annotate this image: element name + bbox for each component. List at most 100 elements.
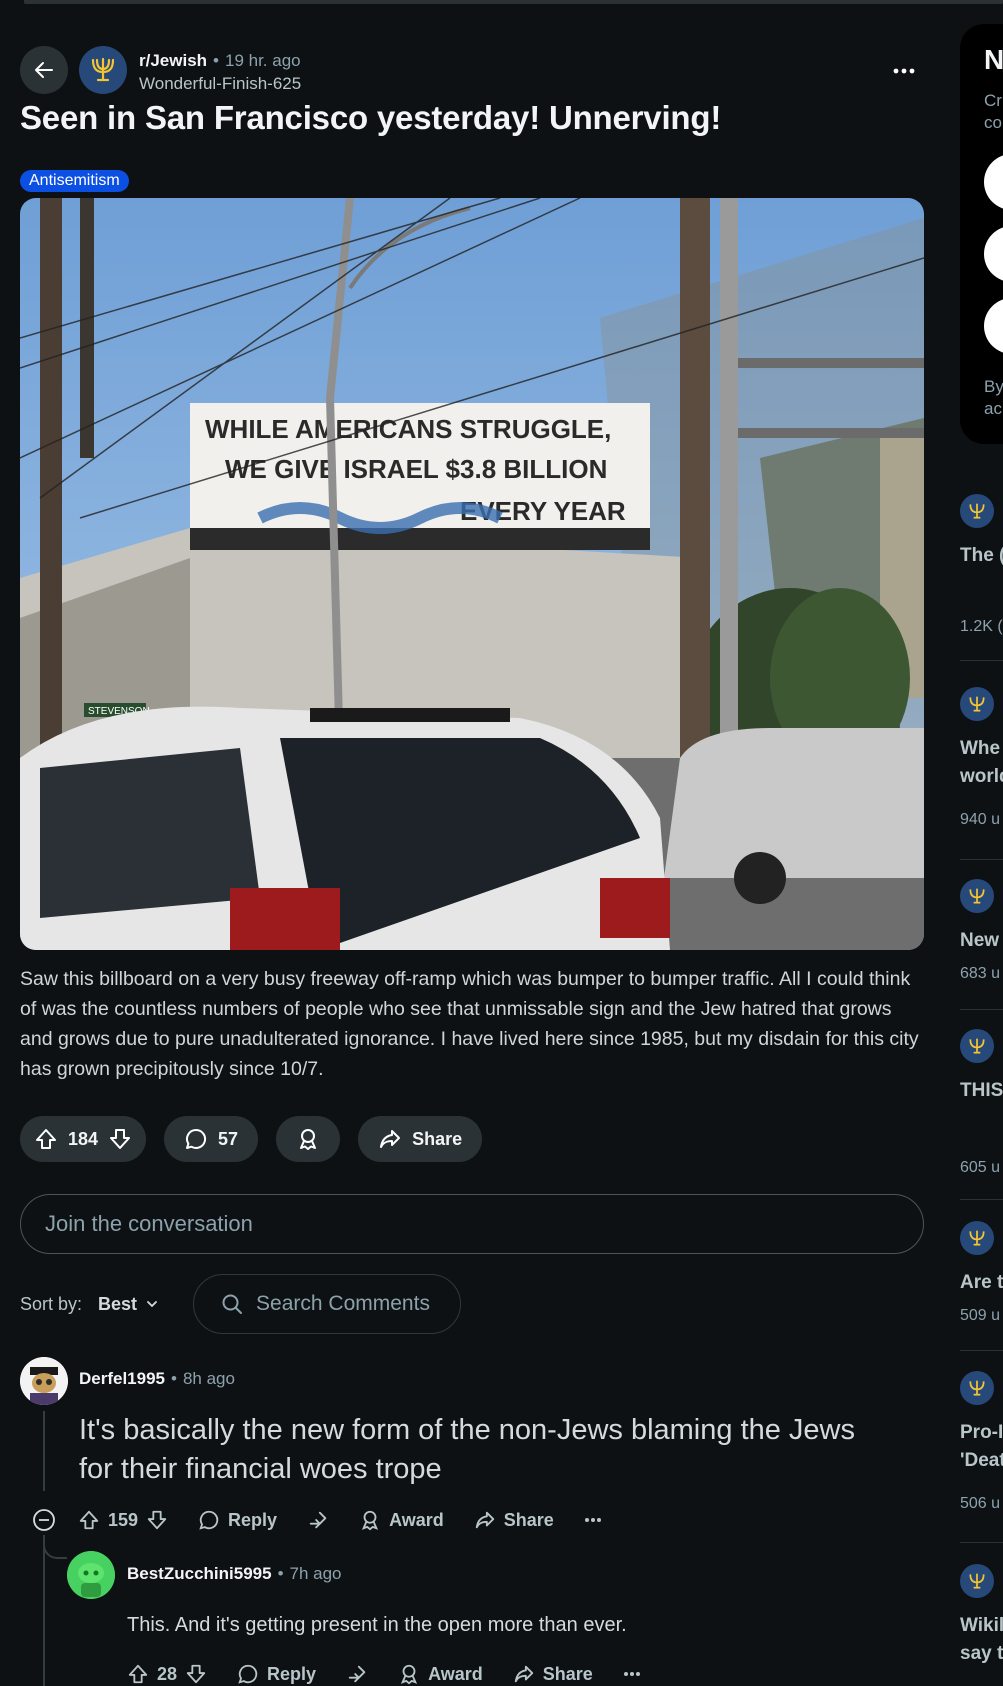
subreddit-name[interactable]: r/Jewish — [139, 51, 207, 70]
more-options-button[interactable] — [623, 1671, 641, 1677]
divider — [960, 1009, 1003, 1010]
menorah-icon — [960, 1371, 994, 1405]
related-post-stat: 683 u — [960, 965, 1001, 982]
post-author[interactable]: Wonderful-Finish-625 — [139, 72, 301, 95]
crosspost-icon — [348, 1665, 366, 1683]
crosspost-icon — [309, 1511, 327, 1529]
card-line-2: co — [984, 113, 1002, 132]
share-button[interactable]: Share — [358, 1116, 483, 1162]
divider — [960, 660, 1003, 661]
award-icon — [300, 1129, 317, 1150]
comment-text: This. And it's getting present in the op… — [127, 1614, 627, 1636]
billboard-line-1: WHILE AMERICANS STRUGGLE, — [205, 414, 611, 444]
award-label: Award — [389, 1509, 444, 1530]
post-image[interactable]: WHILE AMERICANS STRUGGLE, WE GIVE ISRAEL… — [20, 198, 924, 950]
upvote-icon[interactable] — [127, 1663, 149, 1685]
join-placeholder: Join the conversation — [45, 1211, 253, 1236]
billboard-line-2: WE GIVE ISRAEL $3.8 BILLION — [225, 454, 607, 484]
search-comments-input[interactable]: Search Comments — [193, 1274, 462, 1334]
back-button[interactable] — [20, 46, 68, 94]
comment-time: 7h ago — [289, 1564, 342, 1583]
upvote-icon[interactable] — [34, 1127, 58, 1151]
comment-count: 57 — [218, 1128, 239, 1149]
comment-author[interactable]: BestZucchini5995 — [127, 1564, 272, 1583]
sort-dropdown[interactable]: Best — [98, 1294, 159, 1315]
sort-label: Sort by: — [20, 1293, 83, 1314]
related-post-stat: 940 u — [960, 811, 1001, 828]
more-options-button[interactable] — [584, 1517, 602, 1523]
snoo-avatar-icon — [67, 1551, 115, 1599]
share-label: Share — [503, 1509, 554, 1530]
chevron-down-icon — [147, 1301, 157, 1308]
top-bar — [24, 0, 1003, 4]
award-button[interactable]: Award — [398, 1663, 483, 1685]
search-icon — [222, 1294, 243, 1314]
comment-header: BestZucchini5995 • 7h ago — [127, 1564, 342, 1583]
comment-actions: 159 Reply Award Share — [32, 1505, 632, 1535]
signup-option-button[interactable] — [984, 226, 1003, 282]
arrow-left-icon — [35, 62, 53, 78]
award-icon — [400, 1664, 418, 1685]
share-icon — [380, 1130, 401, 1148]
menorah-icon — [960, 879, 994, 913]
comments-button[interactable]: 57 — [164, 1116, 259, 1162]
sort-value: Best — [98, 1293, 138, 1314]
thread-line — [43, 1535, 45, 1686]
comment-vote-count: 159 — [108, 1509, 139, 1530]
comment-vote-count: 28 — [157, 1663, 178, 1684]
signup-option-button[interactable] — [984, 154, 1003, 210]
avatar[interactable] — [20, 1357, 68, 1405]
post-flair[interactable]: Antisemitism — [20, 170, 129, 192]
share-label: Share — [412, 1128, 463, 1149]
reply-button[interactable]: Reply — [237, 1663, 316, 1685]
share-icon — [514, 1665, 533, 1683]
comment-vote: 159 — [78, 1509, 168, 1531]
downvote-icon[interactable] — [108, 1127, 132, 1151]
comment-icon — [199, 1510, 219, 1530]
comment-author[interactable]: Derfel1995 — [79, 1369, 165, 1388]
post-meta: r/Jewish • 19 hr. ago Wonderful-Finish-625 — [139, 51, 302, 95]
share-label: Share — [542, 1663, 593, 1684]
share-button[interactable]: Share — [513, 1663, 593, 1685]
comment-icon — [186, 1128, 207, 1149]
related-post-stat: 605 u — [960, 1159, 1001, 1176]
award-button[interactable] — [276, 1116, 341, 1162]
related-post-title: The ( — [960, 545, 1003, 566]
related-post-title: Are t — [960, 1272, 1003, 1293]
comment-time: 8h ago — [182, 1369, 235, 1388]
divider — [960, 1199, 1003, 1200]
award-button[interactable]: Award — [359, 1509, 444, 1531]
comment: Derfel1995 • 8h ago It's basically the new… — [20, 1357, 900, 1547]
downvote-icon[interactable] — [185, 1663, 207, 1685]
related-post-title-line2: world — [960, 766, 1003, 787]
signup-option-button[interactable] — [984, 298, 1003, 354]
reply-button[interactable]: Reply — [198, 1509, 277, 1531]
related-post-title: New — [960, 930, 1000, 951]
menorah-icon — [960, 687, 994, 721]
post-title: Seen in San Francisco yesterday! Unnervi… — [20, 99, 722, 136]
avatar[interactable] — [67, 1551, 115, 1599]
related-post-stat: 509 u — [960, 1307, 1001, 1324]
award-icon — [361, 1510, 379, 1531]
crosspost-button[interactable] — [307, 1509, 329, 1531]
more-options-button[interactable] — [884, 56, 924, 86]
share-button[interactable]: Share — [474, 1509, 554, 1531]
ellipsis-icon — [893, 68, 915, 74]
menorah-icon — [960, 494, 994, 528]
related-post-title-line2: say t — [960, 1643, 1003, 1664]
divider — [960, 859, 1003, 860]
subreddit-avatar[interactable] — [79, 46, 127, 94]
post-time: 19 hr. ago — [225, 51, 301, 70]
reply-label: Reply — [228, 1509, 278, 1530]
related-post-title-line2: 'Deat — [960, 1450, 1003, 1471]
upvote-icon[interactable] — [78, 1509, 100, 1531]
downvote-icon[interactable] — [146, 1509, 168, 1531]
collapse-button[interactable] — [32, 1508, 56, 1532]
related-post-stat: 506 u — [960, 1495, 1001, 1512]
related-post-title: Pro-I — [960, 1422, 1003, 1443]
related-post-title: THIS — [960, 1080, 1003, 1101]
crosspost-button[interactable] — [346, 1663, 368, 1685]
sort-row: Sort by: Best Search Comments — [20, 1274, 462, 1334]
join-conversation-input[interactable]: Join the conversation — [20, 1194, 924, 1254]
reply-label: Reply — [267, 1663, 317, 1684]
